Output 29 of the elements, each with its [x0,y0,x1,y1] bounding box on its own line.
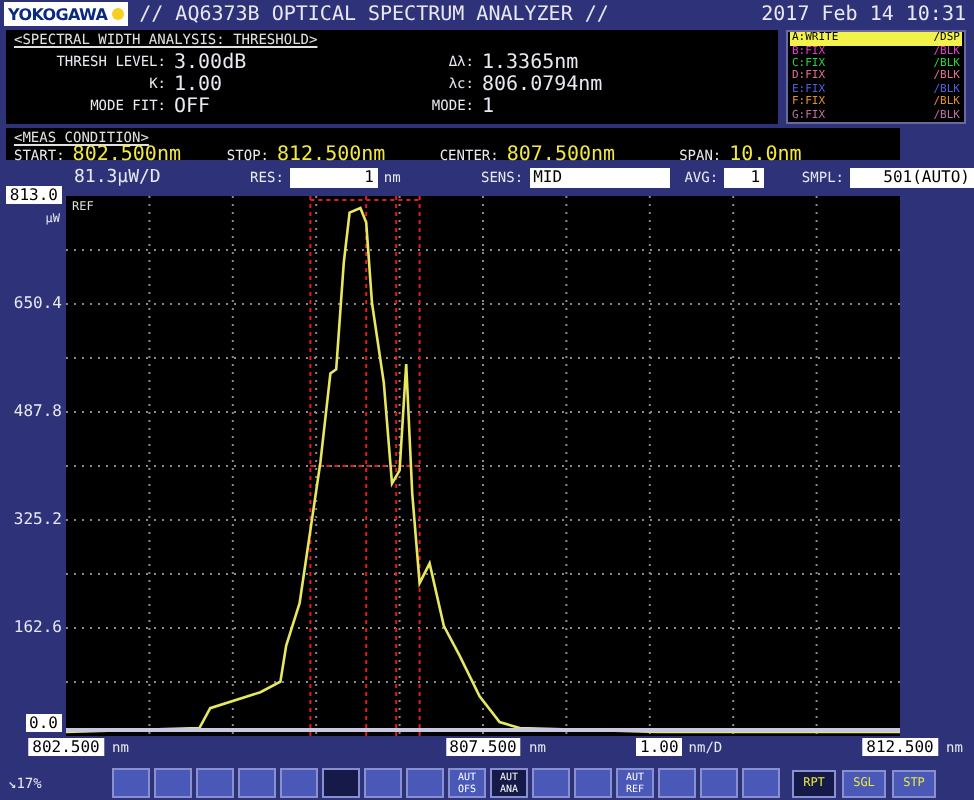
setting-field: 1 [289,168,378,189]
axis-tick-label: 802.500 [28,738,104,756]
axis-tick-label: 487.8 [13,401,62,419]
field-value: 807.500nm [506,145,616,164]
scale-per-division: 81.3µW/D [74,168,163,189]
axis-tick-label: 650.4 [13,293,62,311]
setting-field: 501(AUTO) [850,168,974,189]
field-value: 1 [482,96,497,119]
field-value: 3.00dB [174,52,249,75]
field-value: 1.3365nm [482,52,581,75]
instrument-title: // AQ6373B OPTICAL SPECTRUM ANALYZER // [139,3,611,26]
axis-tick-label: 162.6 [13,617,62,635]
setting-field: 1 [724,168,765,189]
axis-tick-label: 813.0 [5,185,62,203]
field-value: 1.00 [174,74,225,97]
date-time: 2017 Feb 14 10:31 [761,3,966,26]
field-value: 806.0794nm [482,74,605,97]
field-value: 812.500nm [277,145,386,164]
axis-tick-label: 325.2 [13,509,62,527]
field-value: OFF [174,96,213,119]
axis-value-field: 1.00 [636,738,683,756]
field-value: 10.0nm [729,145,802,164]
softkey-button[interactable] [322,768,360,798]
setting-field: MID [529,168,670,189]
yokogawa-logo: YOKOGAWA [4,2,128,27]
axis-tick-label: 807.500 [445,738,521,756]
axis-tick-label: 0.0 [25,714,62,732]
field-value: 802.500nm [72,145,181,164]
axis-tick-label: 812.500 [862,738,938,756]
